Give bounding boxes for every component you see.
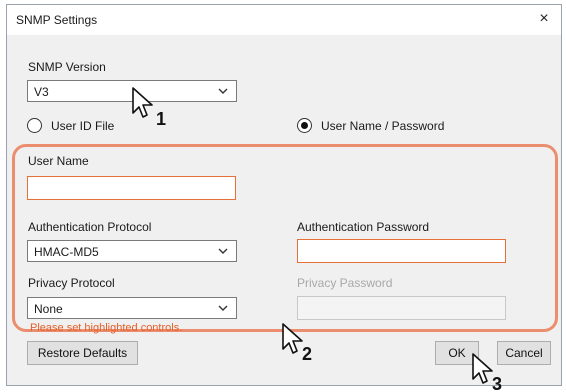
auth-protocol-value: HMAC-MD5 (34, 245, 99, 259)
title-bar: SNMP Settings × (7, 5, 561, 35)
radio-user-name-password-label: User Name / Password (321, 119, 445, 133)
chevron-down-icon (218, 305, 228, 311)
mouse-pointer-icon: 1 (132, 87, 166, 126)
privacy-protocol-value: None (34, 302, 63, 316)
error-message: Please set highlighted controls. (30, 322, 183, 334)
auth-password-label: Authentication Password (297, 220, 430, 234)
mouse-pointer-icon: 3 (472, 353, 502, 392)
restore-defaults-button[interactable]: Restore Defaults (27, 341, 138, 365)
callout-number-1: 1 (156, 109, 166, 126)
chevron-down-icon (218, 88, 228, 94)
auth-protocol-label: Authentication Protocol (28, 220, 152, 234)
callout-number-2: 2 (302, 344, 312, 362)
radio-user-id-file[interactable] (27, 118, 42, 133)
privacy-protocol-label: Privacy Protocol (28, 276, 115, 290)
radio-user-name-password[interactable] (297, 118, 312, 133)
privacy-password-label: Privacy Password (297, 276, 393, 290)
close-icon[interactable]: × (533, 8, 555, 30)
user-name-field[interactable] (27, 176, 236, 200)
privacy-password-field (297, 296, 506, 320)
snmp-version-value: V3 (34, 85, 49, 99)
privacy-protocol-select[interactable]: None (27, 297, 237, 319)
radio-user-id-file-label: User ID File (51, 119, 115, 133)
callout-number-3: 3 (492, 374, 502, 392)
auth-password-field[interactable] (297, 239, 506, 263)
snmp-version-label: SNMP Version (28, 60, 106, 74)
auth-protocol-select[interactable]: HMAC-MD5 (27, 240, 237, 262)
user-name-label: User Name (28, 154, 89, 168)
mouse-pointer-icon: 2 (282, 323, 312, 362)
dialog-title: SNMP Settings (16, 13, 98, 27)
chevron-down-icon (218, 248, 228, 254)
